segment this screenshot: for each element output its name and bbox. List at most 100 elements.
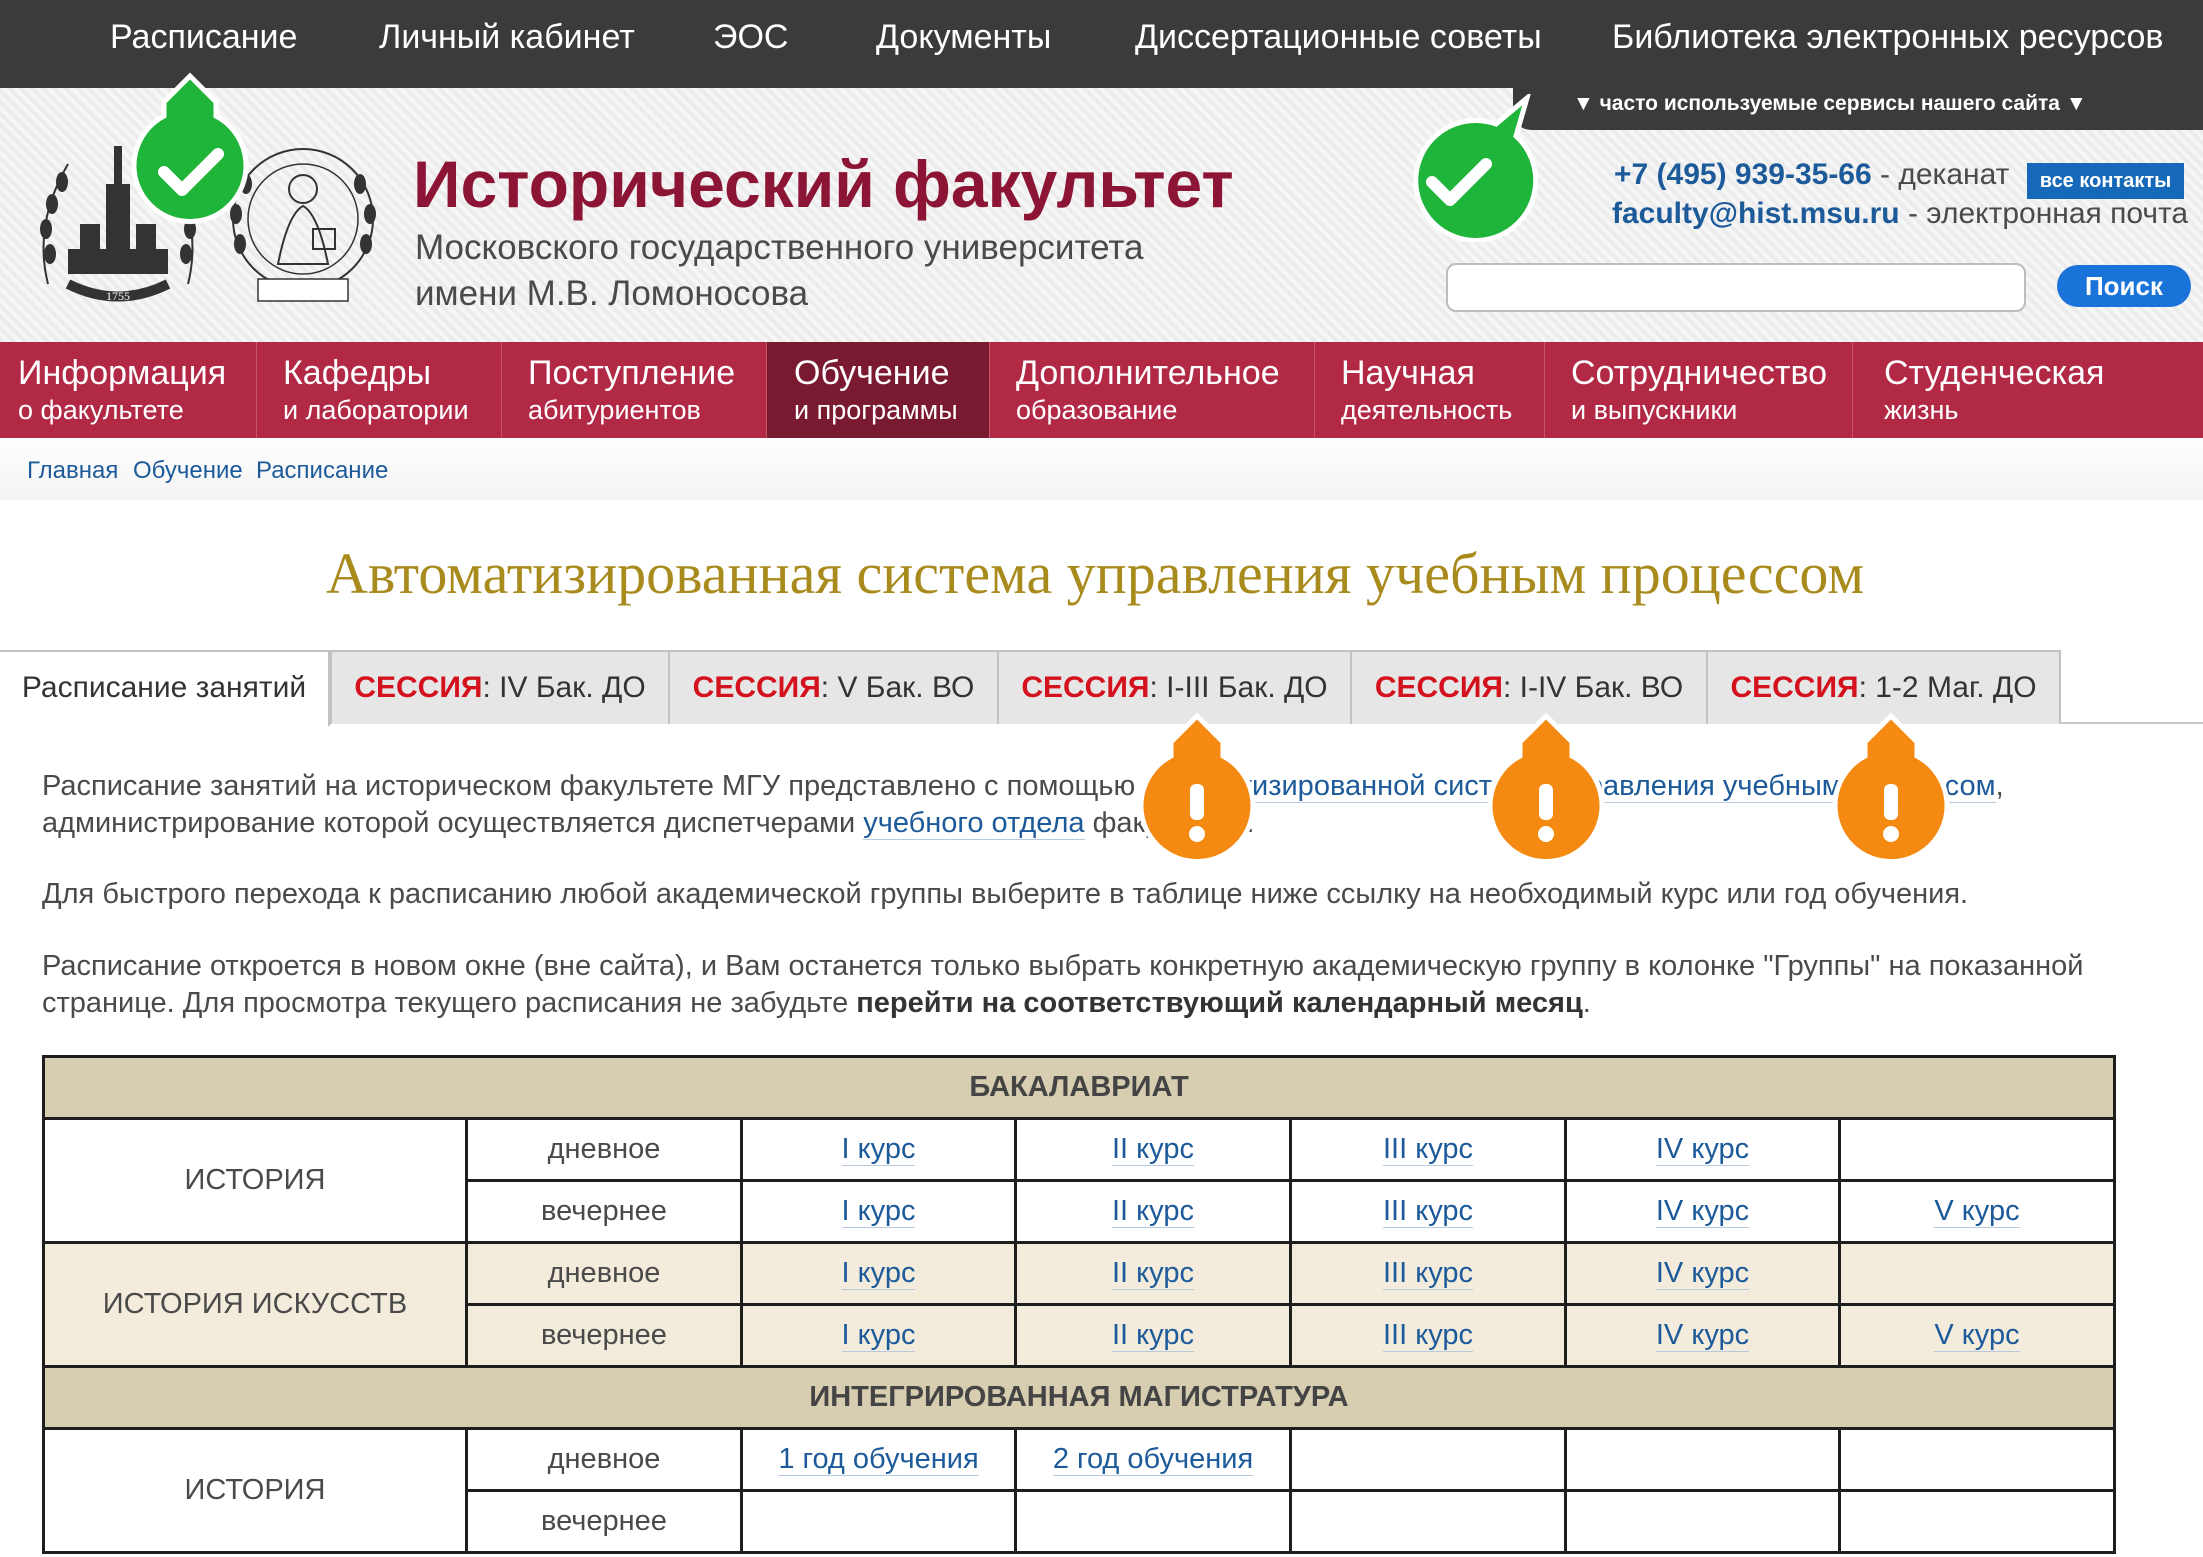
- empty-cell: [1289, 1489, 1567, 1554]
- top-nav-eos[interactable]: ЭОС: [713, 18, 788, 57]
- nav-sublabel: о факультете: [18, 395, 184, 425]
- intro-text-a: Расписание занятий на историческом факул…: [42, 770, 1144, 802]
- nav-admission[interactable]: Поступление абитуриентов: [510, 342, 767, 438]
- nav-sublabel: и лаборатории: [283, 395, 469, 425]
- history-day-course-3-link[interactable]: III курс: [1382, 1133, 1474, 1166]
- tab-session-v-bach-evening[interactable]: СЕССИЯ: V Бак. ВО: [668, 650, 999, 724]
- history-day-course-2-link[interactable]: II курс: [1112, 1133, 1194, 1166]
- frequent-services-dropdown[interactable]: ▼ часто используемые сервисы нашего сайт…: [1513, 80, 2203, 130]
- nav-sublabel: абитуриентов: [528, 395, 701, 425]
- site-subtitle-line-1: Московского государственного университет…: [415, 228, 1144, 267]
- empty-cell: [1838, 1427, 2116, 1492]
- tab-class-schedule[interactable]: Расписание занятий: [0, 650, 330, 726]
- nav-about-faculty[interactable]: Информация о факультете: [0, 342, 257, 438]
- art-day-course-4-link[interactable]: IV курс: [1655, 1257, 1750, 1290]
- nav-cooperation[interactable]: Сотрудничество и выпускники: [1553, 342, 1853, 438]
- top-nav-dissertation-councils[interactable]: Диссертационные советы: [1135, 18, 1542, 57]
- program-art-history: ИСТОРИЯ ИСКУССТВ: [42, 1241, 468, 1368]
- session-word: СЕССИЯ: [1730, 671, 1859, 704]
- site-subtitle: Московского государственного университет…: [415, 225, 1144, 317]
- history-evening-course-1-link[interactable]: I курс: [841, 1195, 916, 1228]
- art-evening-course-4-link[interactable]: IV курс: [1655, 1319, 1750, 1352]
- nav-label: Информация: [18, 354, 227, 392]
- session-word: СЕССИЯ: [354, 671, 483, 704]
- breadcrumb-schedule[interactable]: Расписание: [256, 457, 388, 485]
- program-history: ИСТОРИЯ: [42, 1117, 468, 1244]
- check-marker-icon: [1413, 94, 1538, 242]
- site-title[interactable]: Исторический факультет: [413, 146, 1234, 222]
- art-evening-course-5-link[interactable]: V курс: [1934, 1319, 2020, 1352]
- master-year-2-link[interactable]: 2 год обучения: [1052, 1443, 1254, 1476]
- form-day: дневное: [465, 1427, 743, 1492]
- art-evening-course-3-link[interactable]: III курс: [1382, 1319, 1474, 1352]
- nav-student-life[interactable]: Студенческая жизнь: [1866, 342, 2203, 438]
- history-evening-course-3-link[interactable]: III курс: [1382, 1195, 1474, 1228]
- session-word: СЕССИЯ: [1021, 671, 1150, 704]
- empty-cell: [1014, 1489, 1292, 1554]
- master-section-header: ИНТЕГРИРОВАННАЯ МАГИСТРАТУРА: [42, 1365, 2116, 1430]
- tab-label: : I-III Бак. ДО: [1149, 671, 1328, 704]
- breadcrumb-education[interactable]: Обучение: [133, 457, 243, 485]
- table-row: ИСТОРИЯ дневное I курс II курс III курс …: [42, 1117, 2116, 1244]
- form-evening: вечернее: [465, 1303, 743, 1368]
- history-day-course-4-link[interactable]: IV курс: [1655, 1133, 1750, 1166]
- tab-session-iv-bach-day[interactable]: СЕССИЯ: IV Бак. ДО: [330, 650, 670, 724]
- top-bar: Расписание Личный кабинет ЭОС Документы …: [0, 0, 2203, 88]
- empty-cell: [1564, 1427, 1841, 1492]
- email-contact: faculty@hist.msu.ru - электронная почта: [1612, 197, 2188, 231]
- site-subtitle-line-2: имени М.В. Ломоносова: [415, 274, 809, 313]
- history-evening-course-2-link[interactable]: II курс: [1112, 1195, 1194, 1228]
- top-nav-documents[interactable]: Документы: [876, 18, 1051, 57]
- search-input[interactable]: [1446, 263, 2026, 312]
- top-nav-e-library[interactable]: Библиотека электронных ресурсов: [1612, 18, 2163, 57]
- education-office-link[interactable]: учебного отдела: [863, 807, 1085, 840]
- top-nav-personal-account[interactable]: Личный кабинет: [379, 18, 635, 57]
- history-evening-course-4-link[interactable]: IV курс: [1655, 1195, 1750, 1228]
- phone-label: - деканат: [1871, 158, 2010, 191]
- art-day-course-1-link[interactable]: I курс: [841, 1257, 916, 1290]
- warning-marker-icon: [1832, 712, 1950, 865]
- session-word: СЕССИЯ: [692, 671, 821, 704]
- art-evening-course-2-link[interactable]: II курс: [1112, 1319, 1194, 1352]
- nav-departments[interactable]: Кафедры и лаборатории: [265, 342, 502, 438]
- frequent-services-label: ▼ часто используемые сервисы нашего сайт…: [1573, 92, 2087, 115]
- email-label: - электронная почта: [1899, 197, 2189, 230]
- nav-label: Обучение: [794, 354, 950, 392]
- tab-label: : 1-2 Маг. ДО: [1858, 671, 2037, 704]
- art-day-course-3-link[interactable]: III курс: [1382, 1257, 1474, 1290]
- empty-cell: [1564, 1489, 1841, 1554]
- nav-label: Научная: [1341, 354, 1475, 392]
- new-window-paragraph: Расписание откроется в новом окне (вне с…: [42, 948, 2172, 1022]
- bachelor-section-header: БАКАЛАВРИАТ: [42, 1055, 2116, 1120]
- tab-label: : V Бак. ВО: [820, 671, 975, 704]
- all-contacts-button[interactable]: все контакты: [2027, 163, 2184, 199]
- form-day: дневное: [465, 1241, 743, 1306]
- empty-cell: [1838, 1241, 2116, 1306]
- breadcrumb: Главная Обучение Расписание: [0, 438, 2203, 500]
- art-evening-course-1-link[interactable]: I курс: [841, 1319, 916, 1352]
- nav-education[interactable]: Обучение и программы: [767, 342, 990, 438]
- art-day-course-2-link[interactable]: II курс: [1112, 1257, 1194, 1290]
- top-nav-schedule[interactable]: Расписание: [110, 18, 297, 57]
- email-link[interactable]: faculty@hist.msu.ru: [1612, 197, 1900, 230]
- master-year-1-link[interactable]: 1 год обучения: [778, 1443, 979, 1476]
- nav-additional-education[interactable]: Дополнительное образование: [998, 342, 1315, 438]
- phone-link[interactable]: +7 (495) 939-35-66: [1614, 158, 1872, 191]
- svg-text:1755: 1755: [106, 289, 130, 303]
- history-day-course-1-link[interactable]: I курс: [841, 1133, 916, 1166]
- tab-label: : IV Бак. ДО: [482, 671, 646, 704]
- nav-sublabel: образование: [1016, 395, 1178, 425]
- nav-sublabel: и выпускники: [1571, 395, 1738, 425]
- history-evening-course-5-link[interactable]: V курс: [1934, 1195, 2020, 1228]
- page-title: Автоматизированная система управления уч…: [325, 541, 1865, 606]
- empty-cell: [1838, 1117, 2116, 1182]
- table-row: ИСТОРИЯ дневное 1 год обучения 2 год обу…: [42, 1427, 2116, 1554]
- tab-label: : I-IV Бак. ВО: [1502, 671, 1684, 704]
- nav-research[interactable]: Научная деятельность: [1323, 342, 1545, 438]
- new-window-bold: перейти на соответствующий календарный м…: [856, 987, 1583, 1019]
- breadcrumb-home[interactable]: Главная: [27, 457, 118, 485]
- search-button[interactable]: Поиск: [2057, 265, 2191, 307]
- check-marker-icon: [131, 72, 249, 225]
- nav-label: Поступление: [528, 354, 736, 392]
- nav-sublabel: жизнь: [1884, 395, 1959, 425]
